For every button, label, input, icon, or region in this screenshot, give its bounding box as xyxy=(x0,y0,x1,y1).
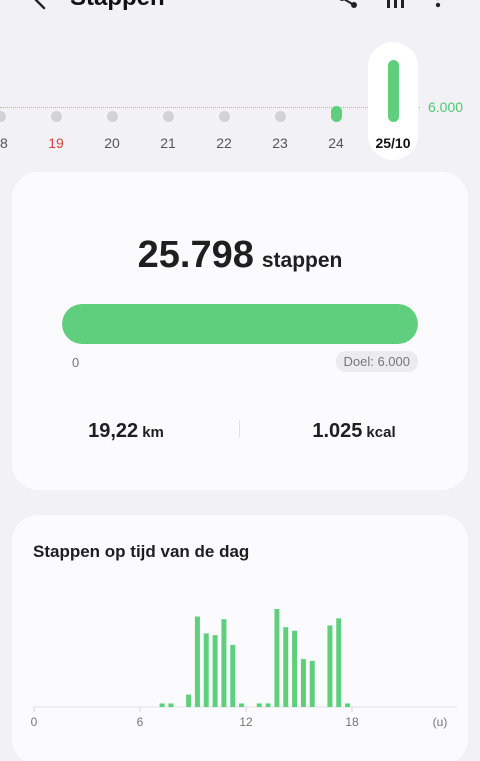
day-20[interactable]: 20 xyxy=(87,40,137,166)
hourly-bar xyxy=(265,703,271,707)
goal-line-label: 6.000 xyxy=(428,99,464,115)
hourly-bar xyxy=(256,703,262,707)
day-label: 19 xyxy=(48,135,64,151)
day-empty-dot xyxy=(163,111,174,122)
day-label: 18 xyxy=(0,135,8,151)
day-empty-dot xyxy=(107,111,118,122)
steps-summary-card: 25.798 stappen 0 Doel: 6.000 19,22 km 1.02… xyxy=(12,172,468,490)
day-empty-dot xyxy=(51,111,62,122)
steps-progress-fill xyxy=(62,304,418,344)
distance-unit: km xyxy=(142,424,164,441)
day-23[interactable]: 23 xyxy=(255,40,305,166)
hourly-bar xyxy=(168,703,174,707)
hourly-bar xyxy=(194,616,200,707)
steps-total: 25.798 stappen xyxy=(12,234,468,277)
day-label: 24 xyxy=(328,135,344,151)
day-label: 25/10 xyxy=(375,135,411,151)
hourly-bar xyxy=(212,635,218,707)
distance-stat: 19,22 km xyxy=(12,420,240,443)
day-21[interactable]: 21 xyxy=(143,40,193,166)
bar-chart-icon[interactable] xyxy=(384,0,408,10)
x-tick-label: 18 xyxy=(345,715,359,729)
hourly-bar xyxy=(292,630,298,707)
hourly-bar xyxy=(309,660,315,707)
hourly-bar xyxy=(186,694,192,707)
calories-stat: 1.025 kcal xyxy=(240,420,468,443)
hourly-bar xyxy=(336,618,342,707)
x-tick-label: 0 xyxy=(31,715,38,729)
day-24[interactable]: 24 xyxy=(311,40,361,166)
day-empty-dot xyxy=(275,111,286,122)
calories-unit: kcal xyxy=(366,424,396,441)
hourly-bar xyxy=(221,619,227,707)
x-tick-label: 12 xyxy=(239,715,253,729)
hourly-bar xyxy=(300,659,306,707)
hourly-steps-chart: 0 6 12 18 (u) xyxy=(31,609,457,729)
day-selector-strip: 6.000 18 19 20 21 22 23 24 25/10 xyxy=(0,40,480,166)
steps-progress-bar xyxy=(62,304,418,344)
day-22[interactable]: 22 xyxy=(199,40,249,166)
steps-value: 25.798 xyxy=(137,234,254,276)
goal-badge: Doel: 6.000 xyxy=(335,351,418,372)
day-label: 22 xyxy=(216,135,232,151)
day-steps-bar xyxy=(388,60,399,122)
share-icon[interactable] xyxy=(336,0,360,10)
steps-unit: stappen xyxy=(261,249,343,272)
hourly-bar xyxy=(345,703,351,707)
day-label: 20 xyxy=(104,135,120,151)
back-arrow-icon[interactable] xyxy=(30,0,50,10)
day-steps-bar xyxy=(331,106,342,122)
day-25-10[interactable]: 25/10 xyxy=(368,42,418,160)
day-label: 21 xyxy=(160,135,176,151)
hourly-bar xyxy=(203,633,209,707)
app-header: Stappen xyxy=(0,0,480,20)
hourly-bar xyxy=(230,644,236,707)
more-options-icon[interactable] xyxy=(426,0,450,10)
distance-value: 19,22 xyxy=(88,420,139,442)
day-label: 23 xyxy=(272,135,288,151)
hourly-bar xyxy=(274,609,280,707)
day-empty-dot xyxy=(219,111,230,122)
hourly-bar xyxy=(283,627,289,707)
page-title: Stappen xyxy=(70,0,165,12)
x-tick-label: 6 xyxy=(137,715,144,729)
x-unit-label: (u) xyxy=(433,715,448,729)
progress-min-label: 0 xyxy=(72,355,80,370)
hourly-bar xyxy=(239,703,245,707)
day-empty-dot xyxy=(0,111,6,122)
hourly-steps-card[interactable]: Stappen op tijd van de dag 0 6 12 18 (u) xyxy=(12,515,468,761)
day-18[interactable]: 18 xyxy=(0,40,25,166)
hourly-bar xyxy=(159,703,165,707)
day-19[interactable]: 19 xyxy=(31,40,81,166)
calories-value: 1.025 xyxy=(312,420,363,442)
hourly-bar xyxy=(327,625,333,707)
